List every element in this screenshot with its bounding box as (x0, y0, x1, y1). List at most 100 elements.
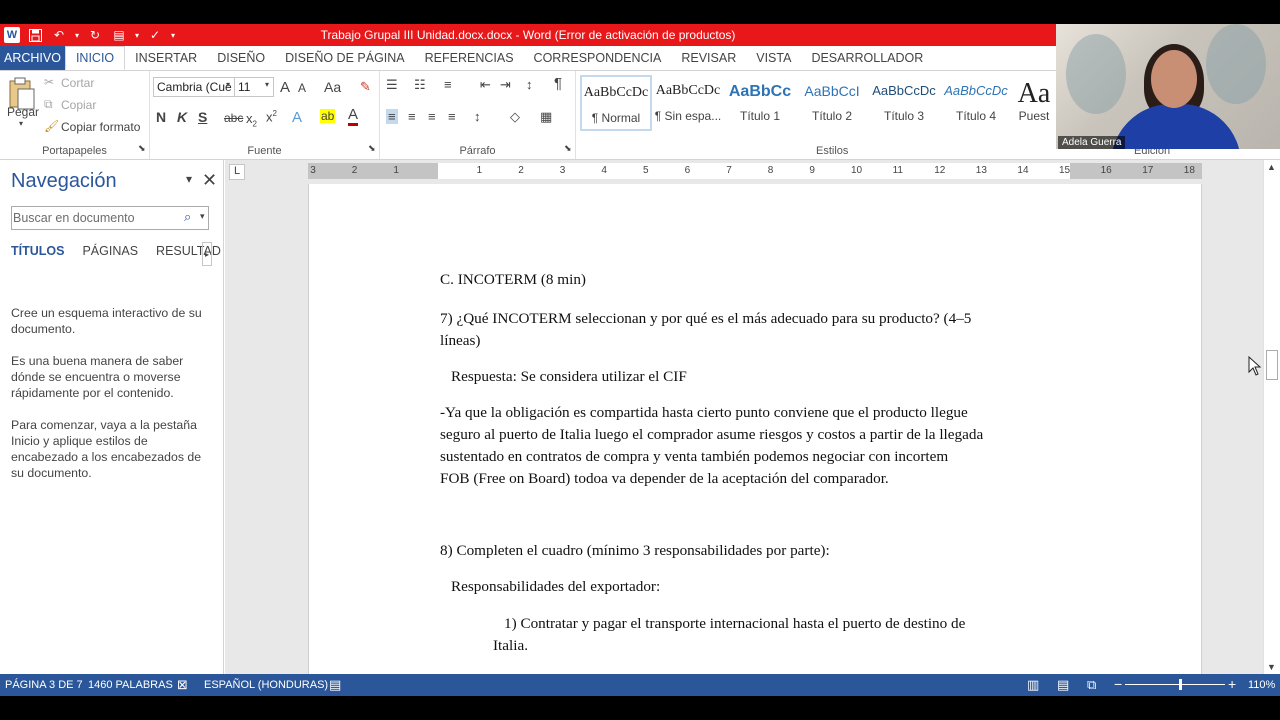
shading-icon[interactable]: ◇ (510, 109, 520, 125)
superscript-button[interactable]: x2 (266, 109, 277, 124)
subscript-button[interactable]: x2 (246, 111, 257, 129)
format-painter-icon[interactable]: 🖌 (44, 119, 59, 133)
paragraph-group: ☰ ☷ ≡ ⇤ ⇥ ↕ ¶ ≡ ≡ ≡ ≡ ↕ ◇ ▦ Párrafo ⬊ (380, 71, 576, 159)
underline-button[interactable]: S (198, 109, 207, 125)
chevron-down-icon[interactable]: ▾ (19, 119, 23, 128)
shrink-font-button[interactable]: A (298, 81, 306, 95)
dialog-launcher-icon[interactable]: ⬊ (368, 143, 376, 154)
tab-correspondencia[interactable]: CORRESPONDENCIA (524, 46, 672, 70)
zoom-slider-thumb[interactable] (1179, 679, 1182, 690)
ruler-number: 16 (1100, 165, 1112, 176)
macro-record-icon[interactable]: ▤ (329, 677, 341, 693)
tab-archivo[interactable]: ARCHIVO (0, 46, 65, 70)
ribbon-tabs: ARCHIVO INICIO INSERTAR DISEÑO DISEÑO DE… (0, 46, 1056, 70)
web-layout-icon[interactable]: ⧉ (1087, 677, 1096, 693)
clear-format-icon[interactable]: ✎ (360, 79, 371, 95)
multilevel-list-icon[interactable]: ≡ (444, 77, 452, 92)
tab-inicio[interactable]: INICIO (64, 46, 126, 70)
style-no-spacing[interactable]: AaBbCcDc ¶ Sin espa... (652, 75, 724, 131)
vertical-scrollbar[interactable]: ▲ ▼ (1263, 160, 1280, 674)
chevron-down-icon[interactable]: ▾ (226, 80, 230, 89)
tab-revisar[interactable]: REVISAR (671, 46, 746, 70)
chevron-right-icon[interactable]: ▸ (202, 242, 212, 266)
dialog-launcher-icon[interactable]: ⬊ (564, 143, 572, 154)
tab-diseno[interactable]: DISEÑO (207, 46, 275, 70)
ruler-number: 18 (1183, 165, 1195, 176)
bold-button[interactable]: N (156, 109, 166, 125)
close-icon[interactable]: ✕ (202, 170, 217, 191)
tab-vista[interactable]: VISTA (746, 46, 801, 70)
copy-button[interactable]: Copiar (61, 98, 96, 112)
strikethrough-button[interactable]: abc (224, 111, 243, 125)
document-page[interactable]: C. INCOTERM (8 min) 7) ¿Qué INCOTERM sel… (308, 184, 1202, 674)
page-indicator[interactable]: PÁGINA 3 DE 7 (5, 679, 83, 691)
tab-titulos[interactable]: TÍTULOS (11, 244, 64, 258)
style-label: ¶ Normal (591, 111, 641, 125)
language-indicator[interactable]: ESPAÑOL (HONDURAS) (204, 679, 328, 691)
italic-button[interactable]: K (177, 109, 187, 125)
style-title[interactable]: Aa Puest (1012, 75, 1056, 131)
clipboard-group: Pegar ▾ ✂ Cortar ⧉ Copiar 🖌 Copiar forma… (0, 71, 150, 159)
increase-indent-icon[interactable]: ⇥ (500, 77, 511, 93)
scroll-down-icon[interactable]: ▼ (1267, 662, 1276, 672)
style-preview: Aa (1017, 83, 1051, 105)
style-heading-2[interactable]: AaBbCcI Título 2 (796, 75, 868, 131)
tab-referencias[interactable]: REFERENCIAS (415, 46, 524, 70)
search-icon[interactable]: ⌕ (184, 209, 191, 225)
style-label: Título 1 (739, 109, 781, 123)
zoom-in-icon[interactable]: + (1228, 676, 1236, 692)
exporter-heading: Responsabilidades del exportador: (451, 578, 661, 595)
window-title: Trabajo Grupal III Unidad.docx.docx - Wo… (320, 28, 736, 42)
borders-icon[interactable]: ▦ (540, 109, 552, 125)
tab-insertar[interactable]: INSERTAR (125, 46, 207, 70)
zoom-out-icon[interactable]: − (1114, 676, 1122, 692)
paste-button[interactable]: Pegar (7, 105, 39, 119)
proofing-icon[interactable]: ⊠ (177, 677, 188, 693)
align-left-icon[interactable]: ≡ (386, 109, 398, 124)
style-heading-4[interactable]: AaBbCcDc Título 4 (940, 75, 1012, 131)
tab-desarrollador[interactable]: DESARROLLADOR (801, 46, 933, 70)
chevron-down-icon[interactable]: ▾ (200, 211, 205, 222)
zoom-level[interactable]: 110% (1248, 679, 1275, 691)
line-spacing-icon[interactable]: ↕ (474, 109, 481, 124)
bullets-icon[interactable]: ☰ (386, 77, 398, 93)
numbering-icon[interactable]: ☷ (414, 77, 426, 93)
read-mode-icon[interactable]: ▥ (1027, 677, 1039, 693)
search-input[interactable]: Buscar en documento ⌕ ▾ (11, 206, 209, 230)
justify-icon[interactable]: ≡ (448, 109, 456, 124)
zoom-slider[interactable] (1125, 684, 1225, 685)
scroll-up-icon[interactable]: ▲ (1267, 162, 1276, 172)
print-layout-icon[interactable]: ▤ (1057, 677, 1069, 693)
tab-paginas[interactable]: PÁGINAS (82, 244, 138, 258)
ruler-number: 1 (476, 165, 483, 176)
align-center-icon[interactable]: ≡ (408, 109, 416, 124)
sort-icon[interactable]: ↕ (526, 77, 533, 92)
tab-diseno-pagina[interactable]: DISEÑO DE PÁGINA (275, 46, 414, 70)
style-heading-1[interactable]: AaBbCc Título 1 (724, 75, 796, 131)
align-right-icon[interactable]: ≡ (428, 109, 436, 124)
tab-selector[interactable]: L (229, 164, 245, 180)
text-effects-icon[interactable]: A (292, 109, 302, 126)
show-marks-button[interactable]: ¶ (554, 75, 562, 92)
format-painter-button[interactable]: Copiar formato (61, 120, 140, 134)
grow-font-button[interactable]: A (280, 79, 290, 96)
change-case-button[interactable]: Aa (324, 79, 341, 95)
chevron-down-icon[interactable]: ▾ (265, 80, 269, 89)
highlight-icon[interactable]: ab (320, 109, 336, 123)
font-color-button[interactable]: A (348, 107, 359, 126)
cut-button[interactable]: Cortar (61, 76, 94, 90)
decrease-indent-icon[interactable]: ⇤ (480, 77, 491, 93)
nav-help-text: Para comenzar, vaya a la pestaña Inicio … (11, 418, 202, 480)
horizontal-ruler[interactable]: 3 2 1 1 2 3 4 5 6 7 8 9 10 11 12 13 14 15 16 17 18 (308, 163, 1202, 179)
style-heading-3[interactable]: AaBbCcDc Título 3 (868, 75, 940, 131)
word-count[interactable]: 1460 PALABRAS (88, 679, 173, 691)
scroll-thumb[interactable] (1266, 350, 1278, 380)
style-normal[interactable]: AaBbCcDc ¶ Normal (580, 75, 652, 131)
font-name-combo[interactable]: Cambria (Cue (153, 77, 235, 97)
chevron-down-icon[interactable]: ▾ (186, 172, 192, 186)
cut-icon[interactable]: ✂ (44, 75, 54, 89)
dialog-launcher-icon[interactable]: ⬊ (138, 143, 146, 154)
ruler-number: 12 (934, 165, 946, 176)
copy-icon[interactable]: ⧉ (44, 97, 53, 112)
ruler-number: 11 (892, 165, 903, 176)
